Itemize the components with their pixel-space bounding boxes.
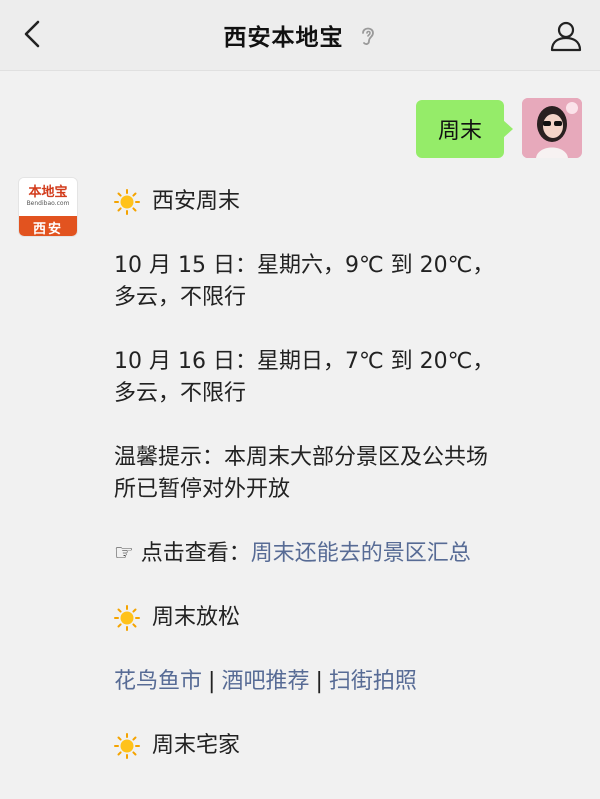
ear-icon [359, 24, 377, 54]
weather-day2: 10 月 16 日：星期日，7℃ 到 20℃，多云，不限行 [114, 349, 495, 406]
separator: | [208, 669, 216, 694]
logo-city: 西安 [19, 216, 77, 236]
scenic-spots-link[interactable]: 周末还能去的景区汇总 [251, 541, 471, 566]
user-message-text: 周末 [437, 119, 482, 144]
top-navigation-bar: 西安本地宝 [0, 0, 600, 71]
check-prefix: ☞ 点击查看： [114, 541, 251, 566]
user-message-bubble[interactable]: 周末 [415, 100, 514, 158]
logo-top: 本地宝 Bendibao.com [19, 178, 77, 216]
chat-title-wrap: 西安本地宝 [0, 18, 600, 54]
flower-bird-market-link[interactable]: 花鸟鱼市 [114, 669, 202, 694]
bot-message: 西安周末 10 月 15 日：星期六，9℃ 到 20℃，多云，不限行 10 月 … [114, 186, 500, 762]
relax-links: 花鸟鱼市 | 酒吧推荐 | 扫街拍照 [114, 666, 500, 698]
official-account-profile-button[interactable] [544, 14, 588, 58]
notice-text: 温馨提示：本周末大部分景区及公共场所已暂停对外开放 [114, 445, 489, 502]
section-heading: 周末宅家 [114, 730, 500, 762]
check-line: ☞ 点击查看：周末还能去的景区汇总 [114, 538, 500, 570]
sun-icon [114, 605, 140, 631]
section-title-weekend-home: 周末宅家 [152, 733, 241, 758]
chat-title: 西安本地宝 [223, 25, 344, 51]
separator: | [315, 669, 323, 694]
logo-text: 本地宝 [28, 185, 68, 200]
logo-subtext: Bendibao.com [26, 200, 70, 207]
street-photo-link[interactable]: 扫街拍照 [329, 669, 417, 694]
section-heading: 西安周末 [114, 186, 500, 218]
bar-recommend-link[interactable]: 酒吧推荐 [221, 669, 309, 694]
section-title-weekend-relax: 周末放松 [152, 605, 241, 630]
section-title-xian-weekend: 西安周末 [152, 189, 241, 214]
bendibao-avatar[interactable]: 本地宝 Bendibao.com 西安 [18, 177, 78, 237]
sun-icon [114, 733, 140, 759]
section-heading: 周末放松 [114, 602, 500, 634]
weather-day1: 10 月 15 日：星期六，9℃ 到 20℃，多云，不限行 [114, 253, 495, 310]
person-icon [550, 21, 582, 52]
sun-icon [114, 189, 140, 215]
user-avatar[interactable] [522, 98, 582, 158]
